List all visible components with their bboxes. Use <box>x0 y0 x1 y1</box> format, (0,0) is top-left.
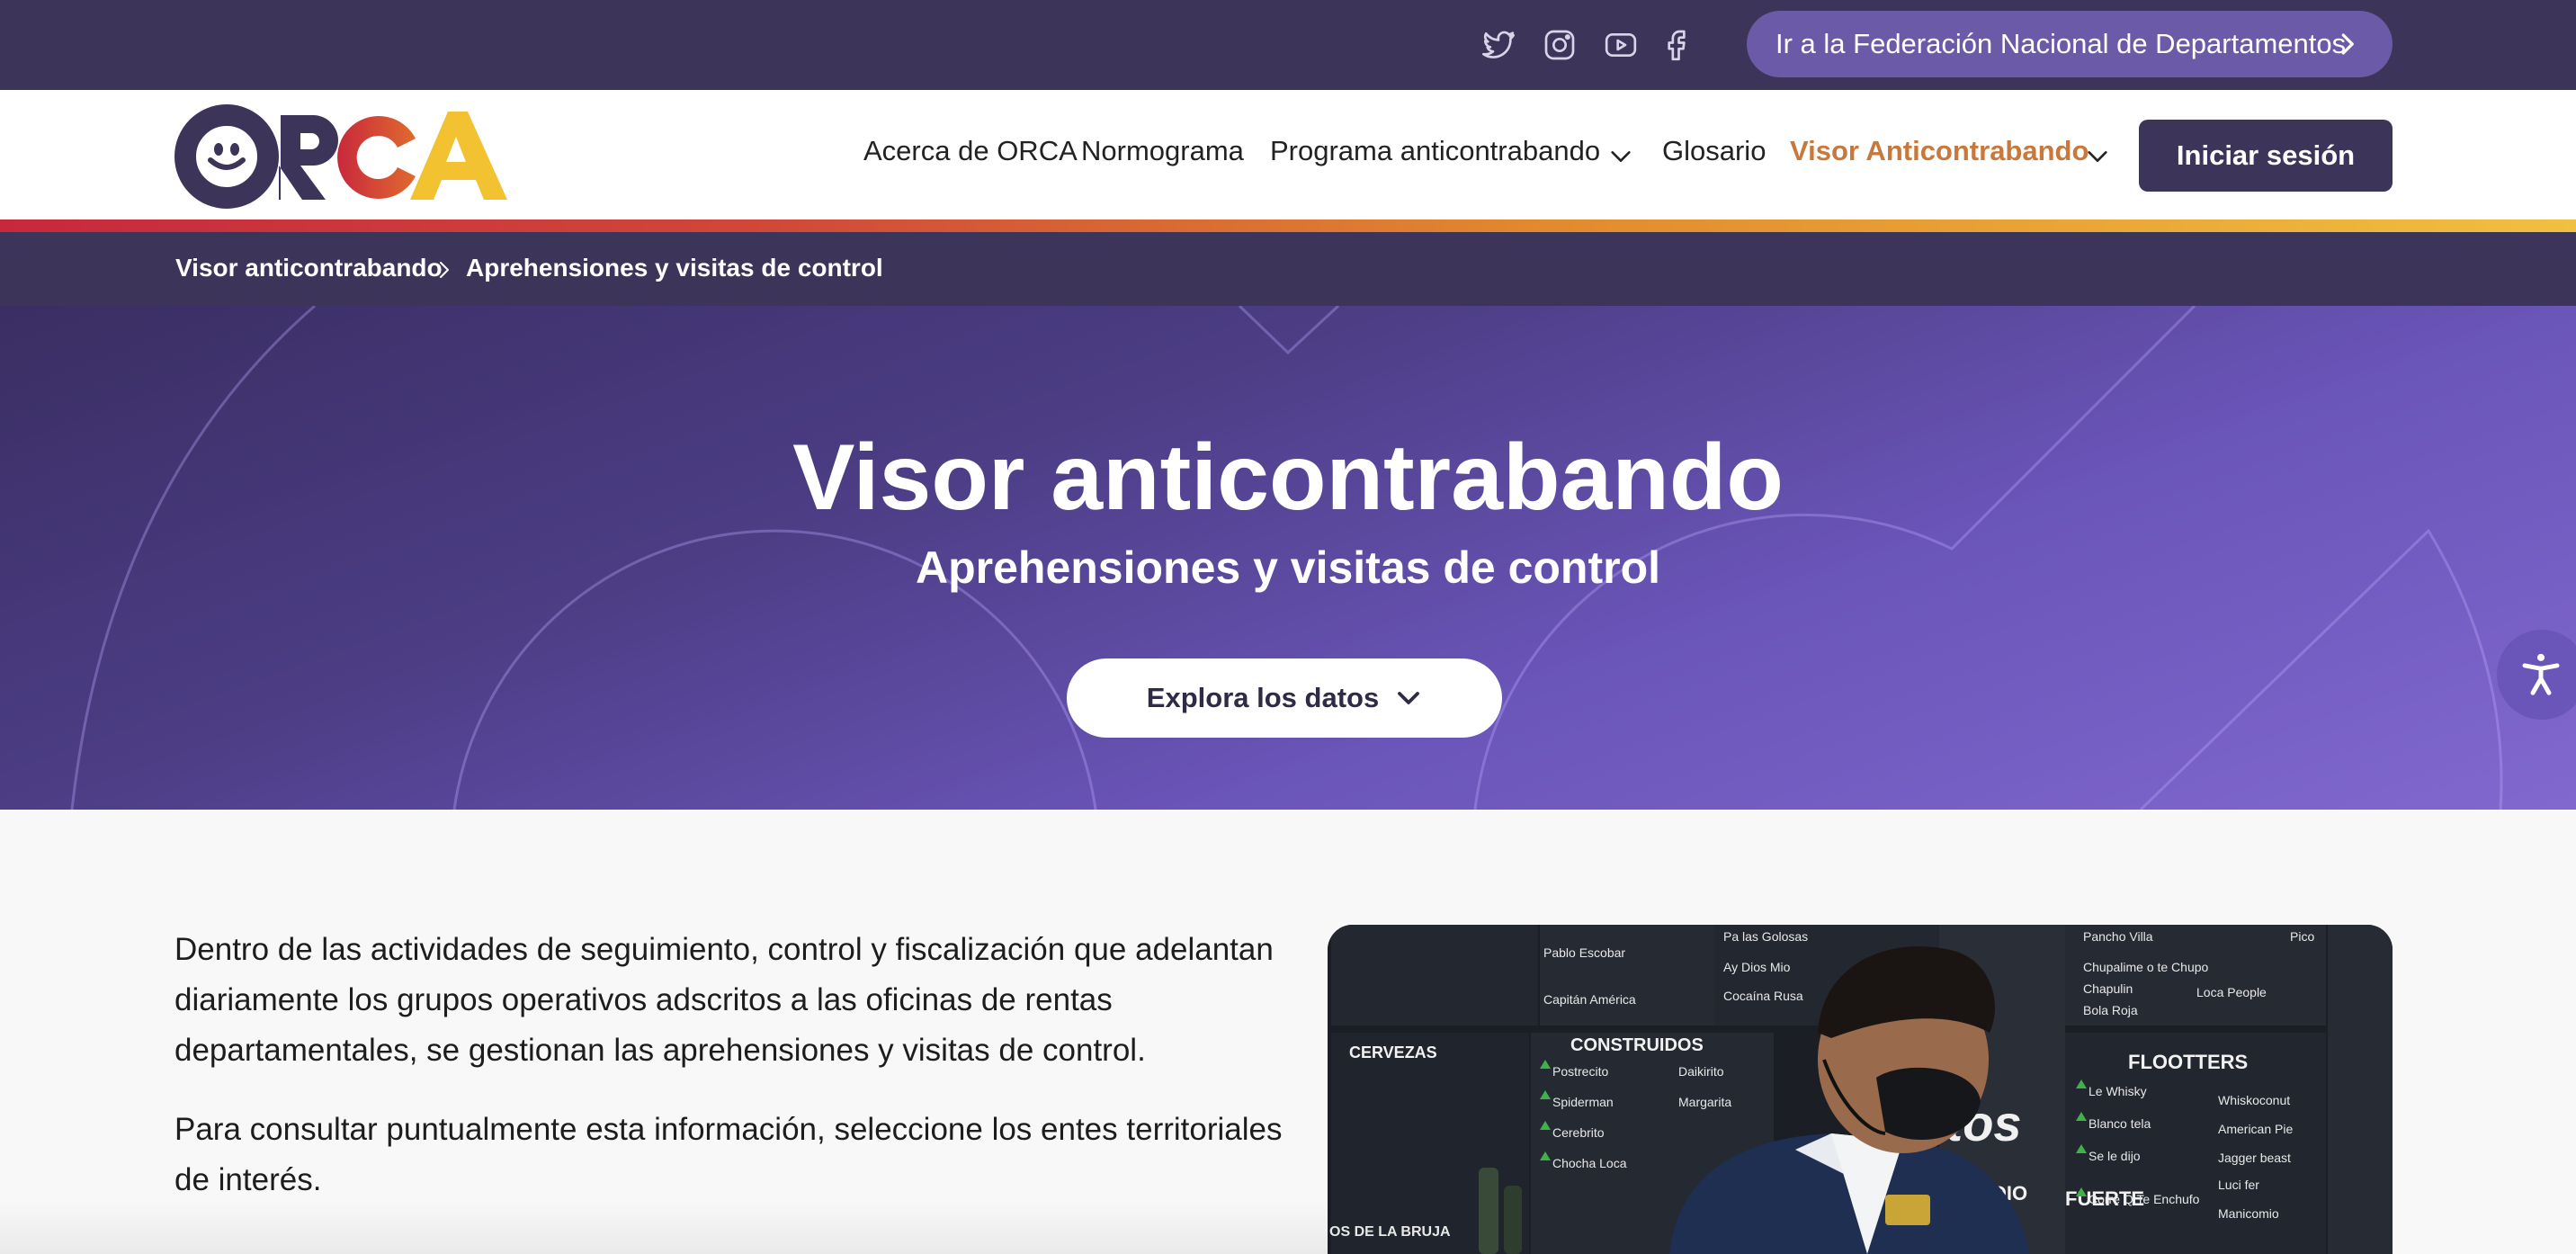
menu-item: Chupalime o te Chupo <box>2083 960 2209 974</box>
federation-link-button[interactable]: Ir a la Federación Nacional de Departame… <box>1747 11 2393 77</box>
inspection-photo: CERVEZAS CONSTRUIDOS FLOOTTERS MEDIO FUE… <box>1328 925 2393 1254</box>
nav-program[interactable]: Programa anticontrabando <box>1270 135 1600 167</box>
menu-item: Loca People <box>2196 985 2267 999</box>
menu-item: Chapulin <box>2083 981 2133 996</box>
chevron-down-icon[interactable] <box>1608 144 1633 169</box>
chevron-right-icon <box>2341 33 2354 55</box>
menu-item: Blanco tela <box>2089 1116 2151 1131</box>
menu-item: Spiderman <box>1552 1095 1614 1109</box>
top-bar: Ir a la Federación Nacional de Departame… <box>0 0 2576 90</box>
nav-viewer[interactable]: Visor Anticontrabando <box>1790 135 2089 167</box>
menu-item: Daikirito <box>1678 1064 1724 1079</box>
section-shadow <box>0 1200 1328 1254</box>
sign-cervezas: CERVEZAS <box>1349 1044 1437 1061</box>
accessibility-icon <box>2522 653 2560 695</box>
menu-item: Le Whisky <box>2089 1084 2147 1098</box>
menu-item: Jagger beast <box>2218 1151 2291 1165</box>
menu-item: American Pie <box>2218 1122 2293 1136</box>
menu-item: Cocaína Rusa <box>1723 989 1803 1003</box>
instagram-icon[interactable] <box>1538 23 1581 67</box>
chevron-down-icon <box>1398 692 1420 704</box>
explore-data-label: Explora los datos <box>1146 682 1380 713</box>
menu-item: Ay Dios Mio <box>1723 960 1791 974</box>
menu-item: Margarita <box>1678 1095 1731 1109</box>
menu-item: Capitán América <box>1543 992 1636 1007</box>
chevron-right-icon <box>440 262 449 278</box>
sign-construidos: CONSTRUIDOS <box>1570 1035 1704 1055</box>
nav-glossary[interactable]: Glosario <box>1662 135 1766 167</box>
instruction-paragraph: Para consultar puntualmente esta informa… <box>174 1112 1283 1197</box>
menu-item: Corre Q Te Enchufo <box>2089 1192 2200 1206</box>
explore-data-button[interactable]: Explora los datos <box>1067 658 1502 738</box>
federation-link-label: Ir a la Federación Nacional de Departame… <box>1775 28 2347 59</box>
menu-item: Luci fer <box>2218 1178 2259 1192</box>
hero-banner: Visor anticontrabando Aprehensiones y vi… <box>0 306 2576 810</box>
menu-item: Pancho Villa <box>2083 929 2153 944</box>
hero-title: Visor anticontrabando <box>792 425 1784 530</box>
sign-flootters: FLOOTTERS <box>2128 1051 2248 1073</box>
intro-paragraph: Dentro de las actividades de seguimiento… <box>174 932 1274 1068</box>
sign-bruja: OS DE LA BRUJA <box>1329 1224 1451 1240</box>
breadcrumb-current: Aprehensiones y visitas de control <box>466 254 883 282</box>
breadcrumb: Visor anticontrabando Aprehensiones y vi… <box>0 232 2576 306</box>
menu-item: Bola Roja <box>2083 1003 2138 1017</box>
menu-item: Se le dijo <box>2089 1149 2141 1163</box>
facebook-icon[interactable] <box>1655 23 1698 67</box>
login-button[interactable]: Iniciar sesión <box>2139 120 2393 192</box>
menu-item: Pablo Escobar <box>1543 945 1625 960</box>
brand-stripe <box>0 219 2576 232</box>
nav-about[interactable]: Acerca de ORCA <box>863 135 1078 167</box>
menu-item: Cerebrito <box>1552 1125 1605 1140</box>
breadcrumb-parent[interactable]: Visor anticontrabando <box>175 254 443 282</box>
main-header: Acerca de ORCA Normograma Programa antic… <box>0 90 2576 219</box>
chevron-down-icon[interactable] <box>2085 144 2110 169</box>
nav-normogram[interactable]: Normograma <box>1081 135 1244 167</box>
menu-item: Pa las Golosas <box>1723 929 1808 944</box>
menu-item: Whiskoconut <box>2218 1093 2290 1107</box>
twitter-icon[interactable] <box>1477 23 1520 67</box>
hero-subtitle: Aprehensiones y visitas de control <box>915 542 1661 593</box>
menu-item: Postrecito <box>1552 1064 1608 1079</box>
orca-logo[interactable] <box>174 103 509 209</box>
menu-item: Chocha Loca <box>1552 1156 1627 1170</box>
menu-item: Pico <box>2290 929 2314 944</box>
menu-item: Manicomio <box>2218 1206 2279 1221</box>
youtube-icon[interactable] <box>1599 23 1642 67</box>
